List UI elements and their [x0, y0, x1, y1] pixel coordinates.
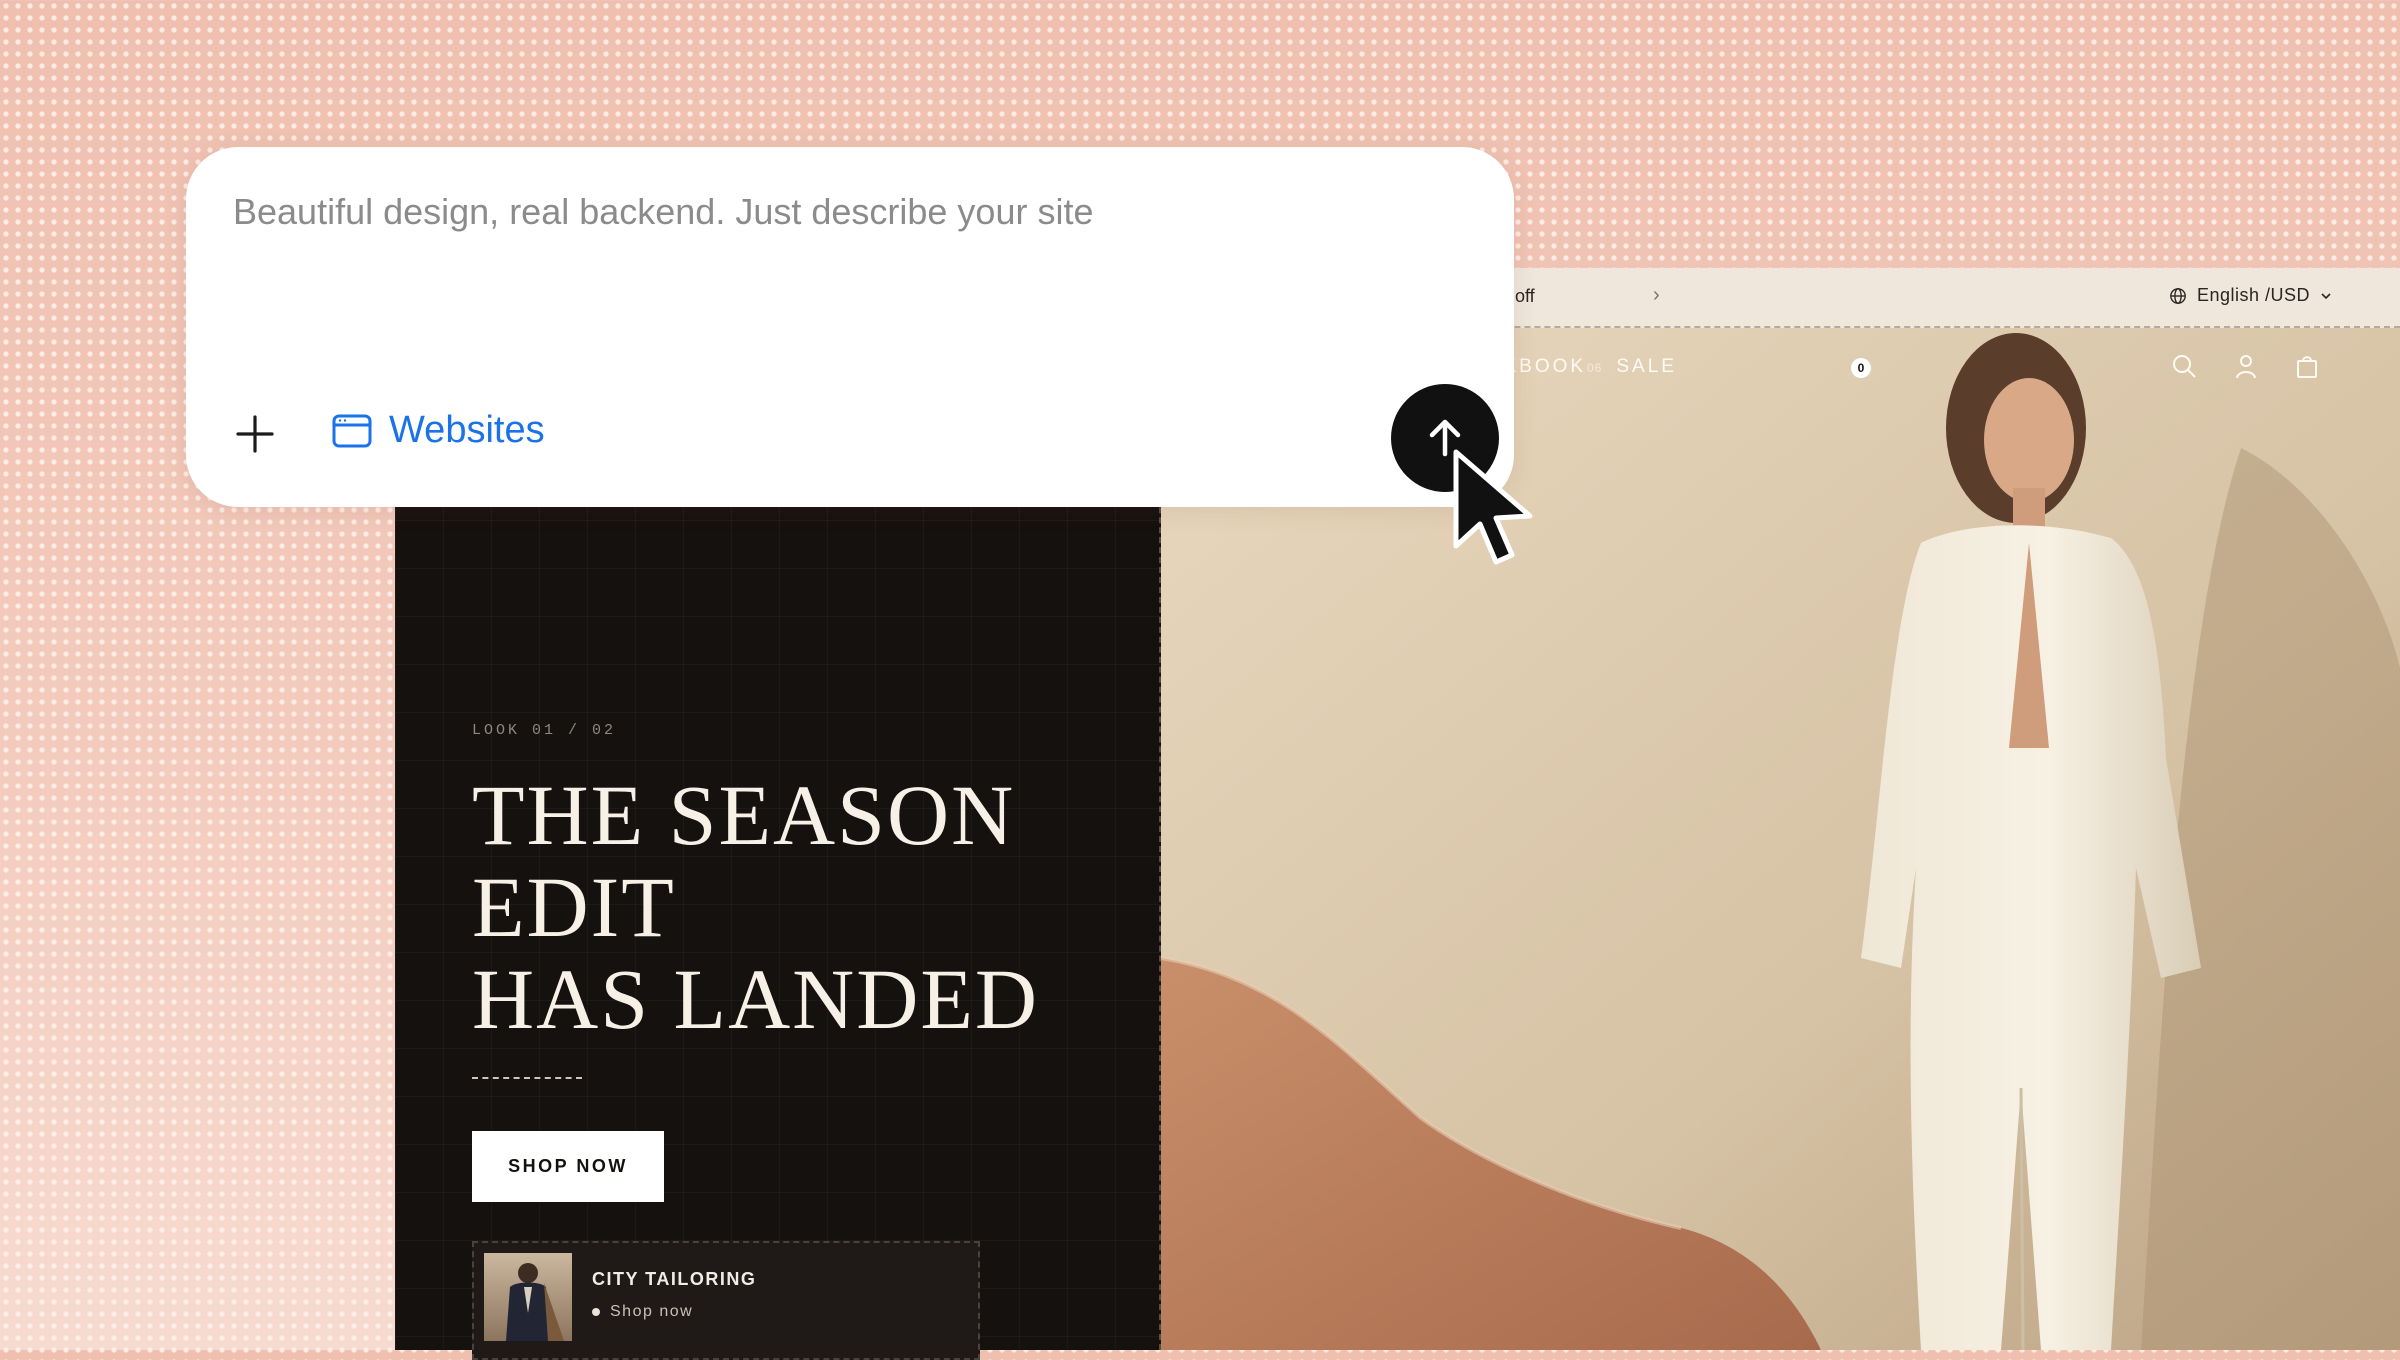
announcement-text: off [1515, 286, 1535, 306]
hero-title-line: THE SEASON [472, 767, 1016, 863]
cart-icon[interactable] [2293, 352, 2321, 380]
shop-now-button[interactable]: SHOP NOW [472, 1131, 664, 1202]
dot-icon [592, 1308, 600, 1316]
websites-chip-label: Websites [389, 409, 545, 451]
promo-thumbnail [484, 1253, 572, 1341]
hero-title-line: EDIT [472, 859, 676, 955]
locale-label: English /USD [2196, 285, 2310, 305]
mouse-pointer-icon [1453, 449, 1533, 565]
promo-card[interactable]: CITY TAILORING Shop now [472, 1241, 980, 1360]
nav-item-sale[interactable]: 06 SALE [1587, 356, 1677, 378]
account-icon[interactable] [2232, 352, 2260, 380]
prompt-composer: Beautiful design, real backend. Just des… [186, 147, 1514, 507]
add-attachment-button[interactable] [230, 409, 280, 459]
browser-window-icon [332, 414, 372, 447]
promo-link-label: Shop now [610, 1303, 694, 1320]
nav-number: 06 [1587, 361, 1603, 375]
chevron-down-icon [2321, 292, 2331, 299]
websites-chip[interactable]: Websites [331, 409, 545, 452]
search-icon[interactable] [2170, 352, 2198, 380]
prompt-input[interactable]: Beautiful design, real backend. Just des… [233, 191, 1093, 233]
hero-title-line: HAS LANDED [472, 951, 1040, 1047]
promo-link[interactable]: Shop now [592, 1303, 693, 1321]
globe-icon [2170, 287, 2186, 304]
look-label: LOOK 01 / 02 [472, 722, 617, 739]
divider [472, 1077, 582, 1079]
chevron-right-icon[interactable]: › [1653, 284, 1660, 307]
nav-label: SALE [1616, 356, 1677, 377]
locale-selector[interactable]: English /USD [2169, 285, 2332, 306]
promo-title: CITY TAILORING [592, 1269, 757, 1289]
cart-count-badge: 0 [1851, 358, 1871, 378]
plus-icon [236, 415, 274, 453]
